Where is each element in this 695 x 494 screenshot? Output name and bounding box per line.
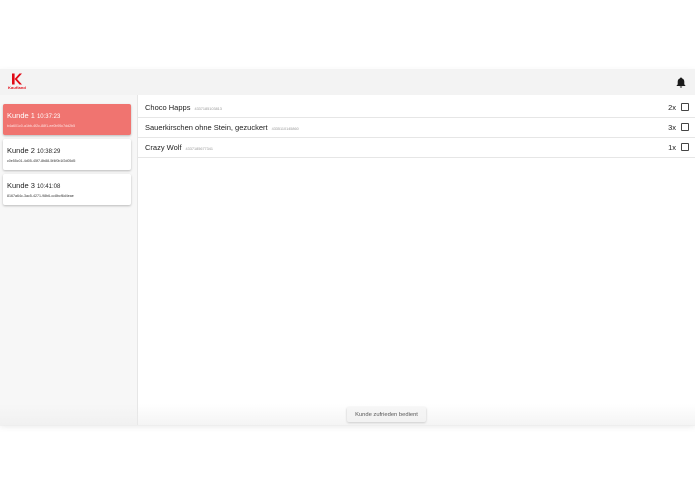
customer-sidebar: Kunde 1 10:37:23 b4a601c0-a1bb-4f2c-88f1-…: [0, 95, 138, 425]
customer-served-button[interactable]: Kunde zufrieden bedient: [347, 407, 426, 422]
item-checkbox[interactable]: [681, 123, 689, 131]
customer-time: 10:37:23: [36, 114, 61, 120]
order-item-label: Crazy Wolf 4337185677341: [145, 143, 213, 152]
customer-card-1[interactable]: Kunde 1 10:37:23 b4a601c0-a1bb-4f2c-88f1-…: [3, 104, 131, 135]
customer-card-header: Kunde 1 10:37:23: [7, 111, 60, 120]
bell-icon[interactable]: [676, 77, 686, 88]
customer-uuid: b4a601c0-a1bb-4f2c-88f1-ee0b95c7dd2b5: [7, 124, 76, 128]
customer-name: Kunde 1: [7, 111, 35, 120]
item-quantity: 1x: [668, 143, 676, 152]
item-checkbox[interactable]: [681, 103, 689, 111]
order-item-label: Choco Happs 4337185103813: [145, 103, 222, 112]
top-bar: Kaufland: [0, 69, 695, 95]
item-ean: 4337185103813: [194, 107, 222, 111]
customer-card-header: Kunde 2 10:38:29: [7, 146, 60, 155]
customer-name: Kunde 3: [7, 181, 35, 190]
customer-time: 10:41:08: [36, 184, 61, 190]
customer-time: 10:38:29: [36, 149, 61, 155]
order-item: Choco Happs 4337185103813 2x: [138, 98, 695, 118]
item-checkbox[interactable]: [681, 143, 689, 151]
order-item: Crazy Wolf 4337185677341 1x: [138, 138, 695, 158]
item-ean: 4335110145860: [271, 127, 299, 131]
customer-card-3[interactable]: Kunde 3 10:41:08 8167a64c-3ac5-4271-98b6-…: [3, 174, 131, 205]
item-title: Sauerkirschen ohne Stein, gezuckert: [145, 123, 268, 132]
app-window: Kaufland Kunde 1 10:37:23 b4a601c0-a1bb-4…: [0, 69, 695, 425]
item-ean: 4337185677341: [185, 147, 213, 151]
customer-card-header: Kunde 3 10:41:08: [7, 181, 60, 190]
customer-uuid: c0e55c01-4d05-45f7-8b88-5f4f0b1f2d05d5: [7, 159, 76, 163]
customer-name: Kunde 2: [7, 146, 35, 155]
item-title: Choco Happs: [145, 103, 191, 112]
order-item: Sauerkirschen ohne Stein, gezuckert 43351…: [138, 118, 695, 138]
customer-card-2[interactable]: Kunde 2 10:38:29 c0e55c01-4d05-45f7-8b88-…: [3, 139, 131, 170]
item-quantity: 2x: [668, 103, 676, 112]
kaufland-logo-icon: [12, 73, 22, 85]
order-items-panel: Choco Happs 4337185103813 2x Sauerkirsche…: [138, 95, 695, 425]
order-item-label: Sauerkirschen ohne Stein, gezuckert 43351…: [145, 123, 299, 132]
kaufland-logo: Kaufland: [6, 73, 26, 92]
customer-uuid: 8167a64c-3ac5-4271-98b6-cc8bcf6d4eae: [7, 194, 74, 198]
item-title: Crazy Wolf: [145, 143, 182, 152]
item-quantity: 3x: [668, 123, 676, 132]
logo-text: Kaufland: [8, 85, 26, 90]
